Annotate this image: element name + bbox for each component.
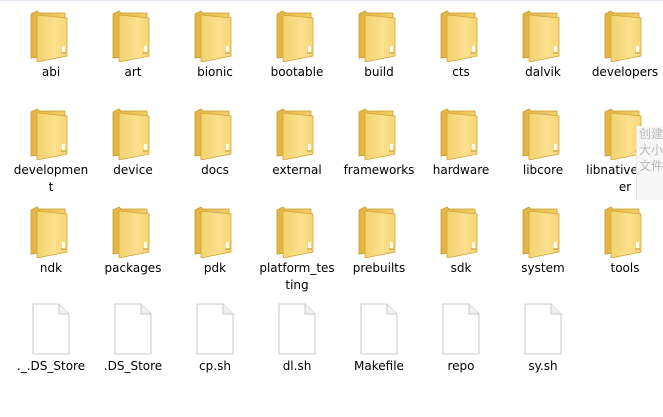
file-item[interactable]: cp.sh <box>174 298 256 396</box>
folder-icon <box>23 4 79 62</box>
item-label: bootable <box>270 65 324 79</box>
folder-icon <box>597 4 653 62</box>
folder-icon <box>187 4 243 62</box>
file-icon <box>105 298 161 356</box>
file-icon <box>187 298 243 356</box>
folder-item[interactable]: platform_testing <box>256 200 338 298</box>
file-item[interactable]: Makefile <box>338 298 420 396</box>
folder-icon <box>433 4 489 62</box>
folder-icon <box>23 200 79 258</box>
folder-icon <box>515 4 571 62</box>
folder-item[interactable]: docs <box>174 102 256 200</box>
item-label: build <box>364 65 394 79</box>
folder-item[interactable]: packages <box>92 200 174 298</box>
item-label: tools <box>610 261 640 275</box>
item-label: Makefile <box>354 359 404 373</box>
file-icon <box>433 298 489 356</box>
folder-icon <box>105 200 161 258</box>
item-label: bionic <box>197 65 233 79</box>
folder-icon <box>187 102 243 160</box>
item-label: cp.sh <box>199 359 231 373</box>
folder-icon <box>187 200 243 258</box>
tooltip-line: 文件 <box>639 159 663 173</box>
item-label: art <box>124 65 142 79</box>
item-label: dalvik <box>525 65 561 79</box>
folder-item[interactable]: development <box>10 102 92 200</box>
folder-icon <box>351 200 407 258</box>
item-label: development <box>13 163 89 194</box>
folder-item[interactable]: sdk <box>420 200 502 298</box>
folder-item[interactable]: developers <box>584 4 663 102</box>
folder-item[interactable]: frameworks <box>338 102 420 200</box>
file-icon <box>515 298 571 356</box>
folder-icon <box>351 102 407 160</box>
folder-item[interactable]: art <box>92 4 174 102</box>
item-label: dl.sh <box>282 359 312 373</box>
item-label: docs <box>201 163 229 177</box>
item-label: external <box>272 163 322 177</box>
item-label: abi <box>41 65 61 79</box>
folder-item[interactable]: device <box>92 102 174 200</box>
folder-icon <box>105 102 161 160</box>
folder-icon <box>269 4 325 62</box>
file-item[interactable]: .DS_Store <box>92 298 174 396</box>
folder-item[interactable]: bootable <box>256 4 338 102</box>
tooltip-fragment: 创建 大小 文件 <box>636 126 663 200</box>
item-label: frameworks <box>343 163 415 177</box>
folder-icon <box>105 4 161 62</box>
folder-item[interactable]: external <box>256 102 338 200</box>
folder-item[interactable]: bionic <box>174 4 256 102</box>
tooltip-line: 大小 <box>639 143 663 157</box>
folder-icon <box>433 200 489 258</box>
item-label: cts <box>452 65 470 79</box>
folder-icon <box>269 200 325 258</box>
window-top-border <box>0 0 663 1</box>
item-label: sy.sh <box>528 359 558 373</box>
item-label: sdk <box>450 261 472 275</box>
folder-item[interactable]: prebuilts <box>338 200 420 298</box>
file-item[interactable]: sy.sh <box>502 298 584 396</box>
item-label: prebuilts <box>352 261 406 275</box>
item-label: packages <box>104 261 162 275</box>
folder-item[interactable]: dalvik <box>502 4 584 102</box>
item-label: hardware <box>432 163 490 177</box>
folder-item[interactable]: system <box>502 200 584 298</box>
folder-item[interactable]: libcore <box>502 102 584 200</box>
folder-item[interactable]: abi <box>10 4 92 102</box>
folder-icon <box>351 4 407 62</box>
item-label: .DS_Store <box>103 359 163 373</box>
folder-icon <box>515 200 571 258</box>
item-label: pdk <box>203 261 227 275</box>
tooltip-line: 创建 <box>639 127 663 141</box>
folder-item[interactable]: cts <box>420 4 502 102</box>
folder-item[interactable]: build <box>338 4 420 102</box>
folder-icon <box>433 102 489 160</box>
item-label: libcore <box>522 163 564 177</box>
folder-icon <box>597 200 653 258</box>
item-label: ._.DS_Store <box>16 359 86 373</box>
item-label: developers <box>591 65 659 79</box>
file-icon <box>351 298 407 356</box>
folder-icon <box>269 102 325 160</box>
file-item[interactable]: ._.DS_Store <box>10 298 92 396</box>
item-label: system <box>521 261 565 275</box>
folder-item[interactable]: ndk <box>10 200 92 298</box>
file-item[interactable]: dl.sh <box>256 298 338 396</box>
item-label: device <box>113 163 153 177</box>
folder-icon <box>515 102 571 160</box>
file-icon <box>269 298 325 356</box>
file-grid: abi art bionic bootable build cts dalvik… <box>10 4 663 396</box>
folder-item[interactable]: hardware <box>420 102 502 200</box>
file-item[interactable]: repo <box>420 298 502 396</box>
folder-item[interactable]: tools <box>584 200 663 298</box>
item-label: platform_testing <box>259 261 335 292</box>
file-icon <box>23 298 79 356</box>
item-label: repo <box>447 359 475 373</box>
folder-icon <box>23 102 79 160</box>
item-label: ndk <box>39 261 63 275</box>
folder-item[interactable]: pdk <box>174 200 256 298</box>
